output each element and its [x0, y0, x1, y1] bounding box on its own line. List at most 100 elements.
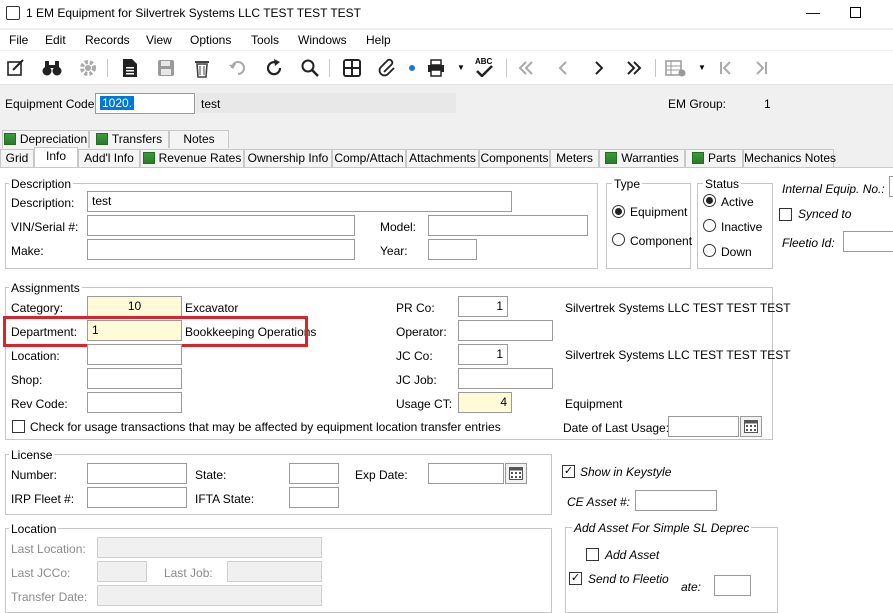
status-group-title: Status	[703, 177, 742, 191]
tab-mechanics-notes[interactable]: Mechanics Notes	[743, 149, 836, 167]
send-to-fleetio-checkbox[interactable]: ✓	[569, 572, 582, 585]
document-icon[interactable]	[118, 56, 142, 80]
last-page-icon[interactable]	[749, 56, 773, 80]
check-usage-checkbox[interactable]	[12, 420, 25, 433]
tab-info[interactable]: Info	[34, 147, 78, 167]
grid-settings-icon[interactable]	[664, 56, 688, 80]
tab-components[interactable]: Components	[479, 149, 550, 167]
date-last-usage-calendar-button[interactable]	[740, 416, 762, 437]
category-input[interactable]: 10	[87, 296, 182, 317]
irp-fleet-input[interactable]	[87, 487, 187, 508]
menu-tools[interactable]: Tools	[251, 33, 279, 47]
binoculars-icon[interactable]	[40, 56, 64, 80]
location-input[interactable]	[87, 344, 182, 365]
search-icon[interactable]	[298, 56, 322, 80]
category-label: Category:	[11, 301, 64, 315]
menu-bar: File Edit Records View Options Tools Win…	[0, 30, 893, 50]
type-component-radio[interactable]	[612, 233, 625, 246]
status-inactive-label: Inactive	[721, 220, 763, 234]
tab-warranties[interactable]: Warranties	[599, 149, 685, 167]
menu-windows[interactable]: Windows	[298, 33, 347, 47]
tab-meters[interactable]: Meters	[550, 149, 599, 167]
jc-job-input[interactable]	[458, 368, 553, 389]
menu-help[interactable]: Help	[366, 33, 391, 47]
attach-icon[interactable]	[376, 56, 400, 80]
gear-icon[interactable]	[76, 56, 100, 80]
tab-depreciation[interactable]: Depreciation	[2, 130, 89, 148]
tab-attachments[interactable]: Attachments	[406, 149, 479, 167]
status-down-radio[interactable]	[703, 244, 716, 257]
print-icon[interactable]	[424, 56, 448, 80]
year-input[interactable]	[428, 239, 477, 260]
grid-settings-dropdown-icon[interactable]: ▼	[698, 63, 706, 72]
attach-dropdown-icon[interactable]	[409, 65, 415, 71]
license-state-input[interactable]	[289, 463, 339, 484]
license-state-label: State:	[195, 468, 227, 482]
menu-records[interactable]: Records	[85, 33, 130, 47]
menu-options[interactable]: Options	[190, 33, 231, 47]
previous-record-icon[interactable]	[551, 56, 575, 80]
model-input[interactable]	[428, 215, 588, 236]
ifta-state-input[interactable]	[289, 487, 339, 508]
show-in-keystyle-checkbox[interactable]: ✓	[562, 465, 575, 478]
date-partial-input[interactable]	[714, 575, 751, 596]
print-dropdown-icon[interactable]: ▼	[457, 63, 465, 72]
last-record-icon[interactable]	[622, 56, 646, 80]
type-equipment-label: Equipment	[630, 205, 688, 219]
tab-ownership-info[interactable]: Ownership Info	[244, 149, 332, 167]
status-active-radio[interactable]	[703, 194, 716, 207]
license-number-input[interactable]	[87, 463, 187, 484]
menu-file[interactable]: File	[9, 33, 28, 47]
menu-edit[interactable]: Edit	[45, 33, 66, 47]
tab-addl-info[interactable]: Add'l Info	[78, 149, 140, 167]
rev-code-input[interactable]	[87, 392, 182, 413]
ce-asset-input[interactable]	[635, 490, 717, 511]
first-record-icon[interactable]	[514, 56, 538, 80]
shop-label: Shop:	[11, 373, 43, 387]
tab-transfers[interactable]: Transfers	[89, 130, 169, 148]
tab-parts[interactable]: Parts	[685, 149, 743, 167]
parts-tab-icon	[691, 152, 704, 164]
refresh-icon[interactable]	[262, 56, 286, 80]
make-input[interactable]	[87, 239, 355, 260]
date-last-usage-input[interactable]	[668, 416, 739, 437]
vin-serial-input[interactable]	[87, 215, 355, 236]
irp-fleet-label: IRP Fleet #:	[11, 492, 75, 506]
tab-grid[interactable]: Grid	[0, 149, 34, 167]
window-title: 1 EM Equipment for Silvertrek Systems LL…	[26, 6, 362, 20]
operator-input[interactable]	[458, 320, 553, 341]
spellcheck-icon[interactable]: ABC	[472, 56, 496, 80]
exp-date-input[interactable]	[428, 463, 504, 484]
calendar-icon	[744, 420, 758, 433]
maximize-button[interactable]	[850, 7, 861, 18]
undo-icon[interactable]	[226, 56, 250, 80]
calculator-icon[interactable]	[340, 56, 364, 80]
pr-co-input[interactable]: 1	[458, 296, 508, 317]
tab-notes[interactable]: Notes	[169, 130, 229, 148]
save-icon[interactable]	[154, 56, 178, 80]
last-job-label: Last Job:	[164, 566, 213, 580]
synced-to-checkbox[interactable]	[779, 208, 792, 221]
description-input[interactable]: test	[87, 191, 512, 212]
internal-equip-input[interactable]	[889, 176, 893, 197]
edit-icon[interactable]	[4, 56, 28, 80]
type-equipment-radio[interactable]	[612, 205, 625, 218]
send-to-fleetio-label: Send to Fleetio	[588, 572, 669, 586]
exp-date-calendar-button[interactable]	[505, 463, 527, 484]
minimize-button[interactable]: —	[806, 4, 820, 20]
jc-co-input[interactable]: 1	[458, 344, 508, 365]
first-page-icon[interactable]	[714, 56, 738, 80]
tab-comp-attach[interactable]: Comp/Attach	[332, 149, 406, 167]
next-record-icon[interactable]	[587, 56, 611, 80]
department-highlight-box	[3, 316, 308, 347]
menu-view[interactable]: View	[146, 33, 172, 47]
status-inactive-radio[interactable]	[703, 219, 716, 232]
fleetio-id-input[interactable]	[843, 231, 893, 252]
usage-ct-input[interactable]: 4	[458, 392, 512, 413]
pr-co-label: PR Co:	[396, 301, 435, 315]
trash-icon[interactable]	[190, 56, 214, 80]
shop-input[interactable]	[87, 368, 182, 389]
add-asset-checkbox[interactable]	[586, 548, 599, 561]
tab-revenue-rates[interactable]: Revenue Rates	[140, 149, 244, 167]
equipment-code-input[interactable]: 1020.	[95, 93, 195, 114]
